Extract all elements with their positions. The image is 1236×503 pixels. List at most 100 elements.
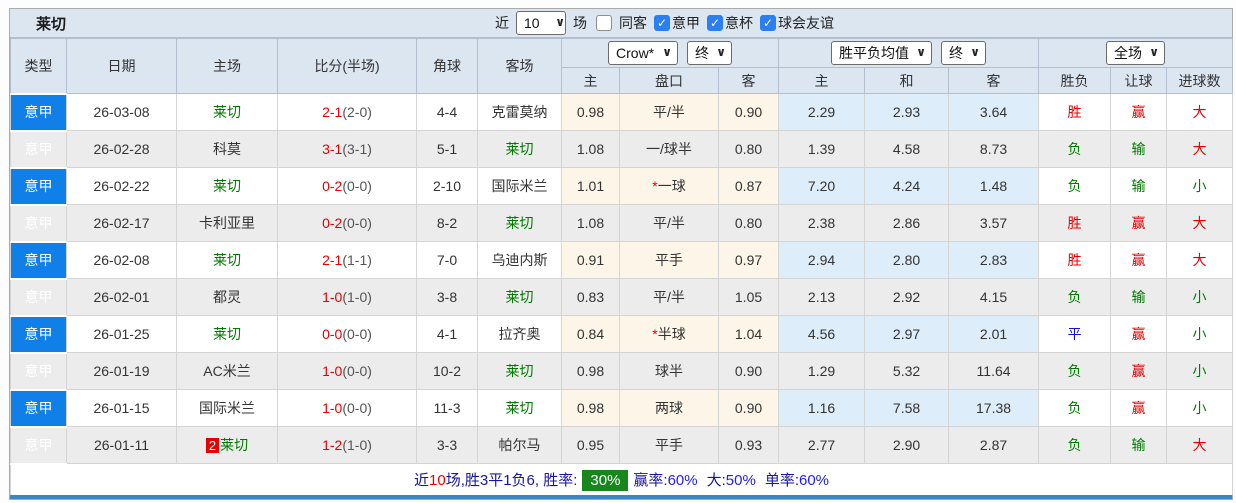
corners-cell: 3-8 <box>416 278 478 316</box>
checkbox-icon[interactable] <box>654 15 670 31</box>
checkbox-italy-cup[interactable]: 意杯 <box>707 13 753 33</box>
avg-draw-cell: 2.97 <box>864 315 950 353</box>
bookmaker-select-wrap: Crow* ∨ <box>608 41 679 65</box>
avg-away-cell: 1.48 <box>948 167 1040 205</box>
handicap-result-cell: 输 <box>1110 167 1168 205</box>
avg-home-cell: 1.16 <box>778 389 866 427</box>
summary-footer: 近10场,胜3平1负6, 胜率: 30% 赢率:60% 大:50% 单率:60% <box>9 463 1234 495</box>
final-odds-select[interactable]: 终 <box>687 41 733 65</box>
goals-result-cell: 小 <box>1166 167 1234 205</box>
checkbox-serie-a[interactable]: 意甲 <box>654 13 700 33</box>
scope-select[interactable]: 全场 <box>1106 41 1166 65</box>
away-team[interactable]: 莱切 <box>477 389 562 427</box>
away-team[interactable]: 国际米兰 <box>477 167 562 205</box>
away-team[interactable]: 帕尔马 <box>477 426 562 464</box>
goals-result-cell: 大 <box>1166 204 1234 242</box>
goals-result-cell: 小 <box>1166 352 1234 390</box>
bookmaker-select[interactable]: Crow* <box>608 41 679 65</box>
subcol-avg-draw: 和 <box>864 67 950 94</box>
handicap-cell: 平手 <box>619 426 719 464</box>
corners-cell: 10-2 <box>416 352 478 390</box>
checkbox-icon[interactable] <box>760 15 776 31</box>
corners-cell: 4-1 <box>416 315 478 353</box>
result-cell: 胜 <box>1038 93 1112 131</box>
home-team[interactable]: 国际米兰 <box>176 389 278 427</box>
home-team[interactable]: 2 莱切 <box>176 426 278 464</box>
match-row: 意甲 26-01-11 2 莱切 1-2(1-0) 3-3 帕尔马 0.95 平手 0.93 2.7… <box>10 425 1234 465</box>
odds-away-cell: 1.04 <box>717 315 780 353</box>
fulltime-score: 1-2 <box>322 437 343 453</box>
home-team[interactable]: 莱切 <box>176 167 278 205</box>
avg-type-select-wrap: 胜平负均值 ∨ <box>831 41 933 65</box>
result-cell: 负 <box>1038 426 1112 464</box>
home-team[interactable]: 莱切 <box>176 93 278 131</box>
avg-away-cell: 2.83 <box>948 241 1040 279</box>
league-badge: 意甲 <box>10 425 67 465</box>
fulltime-score: 2-1 <box>322 252 343 268</box>
odds-away-cell: 1.05 <box>717 278 780 316</box>
away-team[interactable]: 莱切 <box>477 352 562 390</box>
match-row: 意甲 26-02-17 卡利亚里 0-2(0-0) 8-2 莱切 1.08 平/半 0.80 2.… <box>10 203 1234 243</box>
handicap-result-cell: 赢 <box>1110 389 1168 427</box>
score-cell: 2-1(1-1) <box>277 241 417 279</box>
home-team[interactable]: 莱切 <box>176 315 278 353</box>
star-icon: * <box>652 326 658 342</box>
avg-type-select[interactable]: 胜平负均值 <box>831 41 933 65</box>
col-type: 类型 <box>10 38 67 94</box>
match-row: 意甲 26-01-15 国际米兰 1-0(0-0) 11-3 莱切 0.98 两球 0.90 1.… <box>10 388 1234 428</box>
team-name: 莱切 <box>36 15 67 33</box>
away-team[interactable]: 乌迪内斯 <box>477 241 562 279</box>
away-team[interactable]: 克雷莫纳 <box>477 93 562 131</box>
result-cell: 胜 <box>1038 241 1112 279</box>
final-avg-select[interactable]: 终 <box>941 41 987 65</box>
col-home: 主场 <box>176 38 278 94</box>
final-select-wrap: 终 ∨ <box>687 41 733 65</box>
home-team[interactable]: 科莫 <box>176 130 278 168</box>
home-team[interactable]: 莱切 <box>176 241 278 279</box>
checkbox-club-friendly[interactable]: 球会友谊 <box>760 13 834 33</box>
fulltime-score: 2-1 <box>322 104 343 120</box>
handicap-result-cell: 赢 <box>1110 241 1168 279</box>
checkbox-icon[interactable] <box>707 15 723 31</box>
result-cell: 负 <box>1038 389 1112 427</box>
league-badge: 意甲 <box>10 314 67 354</box>
odds-home-cell: 0.84 <box>561 315 620 353</box>
avg-home-cell: 7.20 <box>778 167 866 205</box>
checkbox-icon[interactable] <box>596 15 612 31</box>
subcol-handicap: 盘口 <box>619 67 719 94</box>
corners-cell: 5-1 <box>416 130 478 168</box>
match-date: 26-01-25 <box>66 315 177 353</box>
home-team[interactable]: 卡利亚里 <box>176 204 278 242</box>
home-team[interactable]: AC米兰 <box>176 352 278 390</box>
subcol-handicap-result: 让球 <box>1110 67 1168 94</box>
result-cell: 负 <box>1038 130 1112 168</box>
handicap-cell: 平/半 <box>619 93 719 131</box>
score-cell: 1-2(1-0) <box>277 426 417 464</box>
halftime-score: (2-0) <box>342 104 372 120</box>
match-date: 26-01-19 <box>66 352 177 390</box>
match-date: 26-02-01 <box>66 278 177 316</box>
avg-home-cell: 2.94 <box>778 241 866 279</box>
home-team[interactable]: 都灵 <box>176 278 278 316</box>
away-team[interactable]: 拉齐奥 <box>477 315 562 353</box>
score-cell: 1-0(1-0) <box>277 278 417 316</box>
bottom-accent-bar <box>10 494 1232 499</box>
match-history-table: 类型 日期 主场 比分(半场) 角球 客场 Crow* ∨ 终 ∨ 胜平负均值 … <box>9 38 1234 495</box>
result-cell: 胜 <box>1038 204 1112 242</box>
match-row: 意甲 26-01-25 莱切 0-0(0-0) 4-1 拉齐奥 0.84 *半球 1.04 4.5… <box>10 314 1234 354</box>
match-count-select[interactable]: 10 <box>516 11 566 35</box>
league-badge: 意甲 <box>10 277 67 317</box>
away-team[interactable]: 莱切 <box>477 204 562 242</box>
fulltime-score: 1-0 <box>322 289 343 305</box>
avg-away-cell: 2.87 <box>948 426 1040 464</box>
score-cell: 0-2(0-0) <box>277 204 417 242</box>
away-team[interactable]: 莱切 <box>477 278 562 316</box>
col-score: 比分(半场) <box>277 38 417 94</box>
rank-badge: 2 <box>205 438 220 453</box>
subcol-avg-away: 客 <box>948 67 1040 94</box>
checkbox-same-venue[interactable]: 同客 <box>596 13 647 33</box>
away-team[interactable]: 莱切 <box>477 130 562 168</box>
avg-odds-section: 胜平负均值 ∨ 终 ∨ <box>778 38 1040 68</box>
match-row: 意甲 26-02-08 莱切 2-1(1-1) 7-0 乌迪内斯 0.91 平手 0.97 2.9… <box>10 240 1234 280</box>
odds-home-cell: 1.08 <box>561 204 620 242</box>
